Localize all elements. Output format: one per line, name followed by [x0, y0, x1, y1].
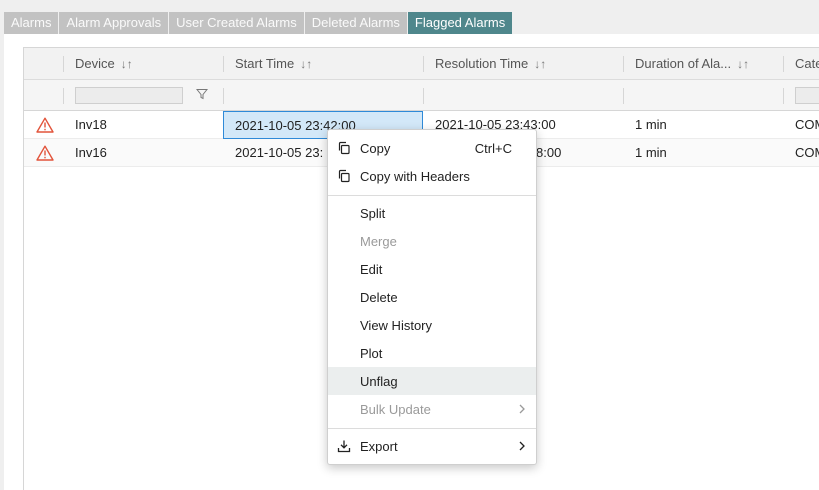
menu-item-label: Edit	[360, 261, 383, 277]
chevron-right-icon	[519, 404, 525, 414]
menu-item-bulk-update: Bulk Update	[328, 395, 536, 423]
sort-icon[interactable]: ↓↑	[121, 57, 133, 71]
menu-item-copy[interactable]: Copy Ctrl+C	[328, 134, 536, 162]
copy-icon	[338, 141, 350, 155]
tab-flagged-alarms[interactable]: Flagged Alarms	[407, 12, 513, 34]
menu-item-label: Plot	[360, 345, 383, 361]
menu-separator	[328, 428, 536, 429]
category-cell[interactable]: COM	[783, 139, 819, 166]
column-header-label: Start Time	[235, 56, 295, 71]
column-header-device[interactable]: Device ↓↑	[63, 48, 223, 79]
sort-icon[interactable]: ↓↑	[300, 57, 312, 71]
column-header-category[interactable]: Cate	[783, 48, 819, 79]
copy-icon	[338, 169, 350, 183]
column-header-label: Cate	[795, 56, 819, 71]
column-header-duration[interactable]: Duration of Ala... ↓↑	[623, 48, 783, 79]
column-header-start-time[interactable]: Start Time ↓↑	[223, 48, 423, 79]
filter-row	[24, 80, 819, 111]
resolution-time-cell[interactable]: 8:00	[536, 139, 623, 166]
menu-item-label: Bulk Update	[360, 401, 431, 417]
menu-item-label: Export	[360, 438, 398, 454]
column-header-label: Resolution Time	[435, 56, 529, 71]
tab-deleted-alarms[interactable]: Deleted Alarms	[304, 12, 407, 34]
column-header-label: Duration of Ala...	[635, 56, 732, 71]
warning-icon	[36, 145, 54, 161]
download-icon	[337, 440, 351, 453]
tab-alarm-approvals[interactable]: Alarm Approvals	[59, 12, 169, 34]
column-separator	[623, 88, 624, 104]
start-time-cell[interactable]: 2021-10-05 23:	[223, 139, 333, 166]
tab-bar: Alarms Alarm Approvals User Created Alar…	[4, 12, 513, 34]
column-separator	[63, 88, 64, 104]
sort-icon[interactable]: ↓↑	[534, 57, 546, 71]
filter-funnel-icon[interactable]	[196, 88, 208, 100]
menu-separator	[328, 195, 536, 196]
menu-item-label: View History	[360, 317, 433, 333]
category-cell[interactable]: COM	[783, 111, 819, 138]
tab-user-created-alarms[interactable]: User Created Alarms	[169, 12, 304, 34]
menu-item-plot[interactable]: Plot	[328, 339, 536, 367]
menu-item-merge: Merge	[328, 227, 536, 255]
tab-alarms[interactable]: Alarms	[4, 12, 59, 34]
menu-item-label: Merge	[360, 233, 397, 249]
menu-item-label: Copy	[360, 140, 391, 156]
duration-cell[interactable]: 1 min	[623, 111, 783, 138]
column-separator	[223, 88, 224, 104]
chevron-right-icon	[519, 441, 525, 451]
column-header-label: Device	[75, 56, 115, 71]
device-cell[interactable]: Inv16	[63, 139, 223, 166]
device-filter-input[interactable]	[75, 87, 183, 104]
menu-item-label: Split	[360, 205, 386, 221]
column-separator	[783, 88, 784, 104]
warning-icon	[36, 117, 54, 133]
menu-item-copy-with-headers[interactable]: Copy with Headers	[328, 162, 536, 190]
shortcut-label: Ctrl+C	[474, 140, 512, 156]
sort-icon[interactable]: ↓↑	[737, 57, 749, 71]
menu-item-unflag[interactable]: Unflag	[328, 367, 536, 395]
duration-cell[interactable]: 1 min	[623, 139, 783, 166]
column-header-resolution-time[interactable]: Resolution Time ↓↑	[423, 48, 623, 79]
menu-item-edit[interactable]: Edit	[328, 255, 536, 283]
table-header: Device ↓↑ Start Time ↓↑ Resolution Time …	[24, 48, 819, 80]
menu-item-view-history[interactable]: View History	[328, 311, 536, 339]
context-menu: Copy Ctrl+C Copy with Headers Split Merg…	[327, 129, 537, 465]
menu-item-label: Copy with Headers	[360, 168, 470, 184]
column-separator	[423, 88, 424, 104]
device-cell[interactable]: Inv18	[63, 111, 223, 138]
menu-item-label: Delete	[360, 289, 398, 305]
menu-item-label: Unflag	[360, 373, 398, 389]
menu-item-delete[interactable]: Delete	[328, 283, 536, 311]
category-filter-input[interactable]	[795, 87, 819, 104]
menu-item-export[interactable]: Export	[328, 432, 536, 460]
menu-item-split[interactable]: Split	[328, 199, 536, 227]
